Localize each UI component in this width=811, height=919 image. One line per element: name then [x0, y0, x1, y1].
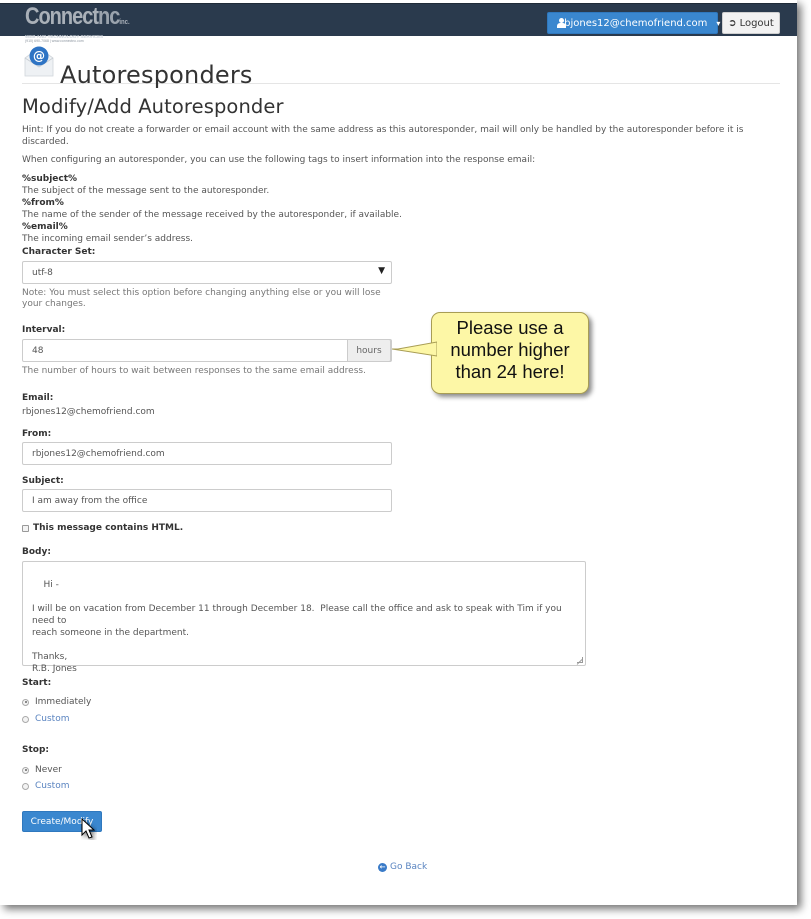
from-input[interactable]: rbjones12@chemofriend.com — [22, 442, 392, 465]
callout-note: Please use a number higher than 24 here! — [431, 312, 589, 394]
email-value: rbjones12@chemofriend.com — [22, 407, 155, 417]
logo-brand-suffix: inc. — [119, 19, 130, 27]
user-menu-label: rbjones12@chemofriend.com — [560, 17, 708, 29]
arrow-left-circle-icon: ← — [378, 862, 387, 872]
subject-input[interactable]: I am away from the office — [22, 489, 392, 512]
svg-text:@: @ — [33, 49, 45, 63]
stop-radio-custom[interactable]: Custom — [22, 781, 69, 791]
email-at-icon: @ — [24, 46, 54, 77]
logo-brand-main: Connect — [25, 3, 99, 30]
dropdown-arrow-icon: ▼ — [378, 266, 385, 276]
radio-label: Custom — [35, 714, 70, 724]
email-label: Email: — [22, 393, 54, 403]
charset-value: utf-8 — [32, 267, 53, 278]
go-back-label: Go Back — [390, 862, 428, 872]
radio-label: Immediately — [35, 697, 92, 707]
radio-unselected[interactable] — [22, 782, 29, 790]
subject-value: I am away from the office — [32, 495, 148, 506]
page-header: @ Autoresponders — [22, 42, 780, 89]
mouse-pointer-icon — [81, 818, 96, 839]
interval-help: The number of hours to wait between resp… — [22, 366, 366, 376]
hint-text: Hint: If you do not create a forwarder o… — [22, 125, 744, 147]
radio-selected[interactable] — [22, 766, 29, 774]
html-checkbox-row[interactable]: This message contains HTML. — [22, 523, 183, 533]
start-radio-immediately[interactable]: Immediately — [22, 697, 91, 707]
form-intro: Modify/Add Autoresponder Hint: If you do… — [22, 95, 782, 245]
interval-value: 48 — [32, 345, 44, 356]
user-menu-button[interactable]: rbjones12@chemofriend.com ▾ — [547, 12, 721, 34]
tag-description: The incoming email sender’s address. — [22, 234, 193, 244]
radio-label: Never — [35, 765, 62, 775]
logout-icon: ➲ — [728, 17, 737, 29]
logout-label: Logout — [739, 17, 774, 29]
tag-description: The subject of the message sent to the a… — [22, 186, 270, 196]
from-value: rbjones12@chemofriend.com — [32, 448, 165, 459]
company-logo[interactable]: Connectncinc. WEB AND TECHNOLOGY SERVICE… — [25, 3, 130, 43]
tag-list: %subject% The subject of the message sen… — [22, 173, 782, 245]
tag-name: %from% — [22, 198, 64, 208]
from-label: From: — [22, 429, 52, 439]
html-checkbox[interactable] — [22, 524, 29, 532]
resize-handle-icon[interactable] — [577, 657, 583, 663]
stop-label: Stop: — [22, 745, 50, 755]
radio-label: Custom — [35, 781, 70, 791]
tag-name: %subject% — [22, 174, 78, 184]
charset-note: Note: You must select this option before… — [22, 288, 381, 309]
top-navbar: Connectncinc. WEB AND TECHNOLOGY SERVICE… — [0, 3, 797, 43]
body-textarea[interactable]: Hi - I will be on vacation from December… — [22, 561, 586, 674]
page-title: Autoresponders — [60, 61, 253, 90]
subject-label: Subject: — [22, 476, 64, 486]
logo-brand: Connectncinc. — [25, 3, 130, 35]
tag-description: The name of the sender of the message re… — [22, 210, 402, 220]
body-value: Hi - I will be on vacation from December… — [32, 580, 562, 674]
radio-selected[interactable] — [22, 698, 29, 706]
body-label: Body: — [22, 547, 51, 557]
browser-page: Connectncinc. WEB AND TECHNOLOGY SERVICE… — [0, 0, 797, 905]
logout-button[interactable]: ➲ Logout — [722, 12, 780, 34]
radio-unselected[interactable] — [22, 715, 29, 723]
tag-name: %email% — [22, 222, 68, 232]
charset-label: Character Set: — [22, 247, 96, 257]
tags-intro-text: When configuring an autoresponder, you c… — [22, 155, 536, 165]
go-back-link[interactable]: ← Go Back — [378, 862, 427, 872]
interval-label: Interval: — [22, 325, 66, 335]
section-title: Modify/Add Autoresponder — [22, 95, 284, 118]
start-radio-custom[interactable]: Custom — [22, 714, 69, 724]
callout-pointer — [392, 341, 437, 357]
interval-input[interactable]: 48 hours — [22, 339, 392, 362]
html-checkbox-label: This message contains HTML. — [33, 523, 184, 533]
interval-unit-addon: hours — [347, 339, 391, 362]
logo-brand-accent: nc — [98, 3, 120, 30]
stop-radio-never[interactable]: Never — [22, 765, 62, 775]
charset-select[interactable]: utf-8 ▼ — [22, 261, 392, 284]
caret-down-icon: ▾ — [716, 18, 721, 28]
start-label: Start: — [22, 678, 52, 688]
